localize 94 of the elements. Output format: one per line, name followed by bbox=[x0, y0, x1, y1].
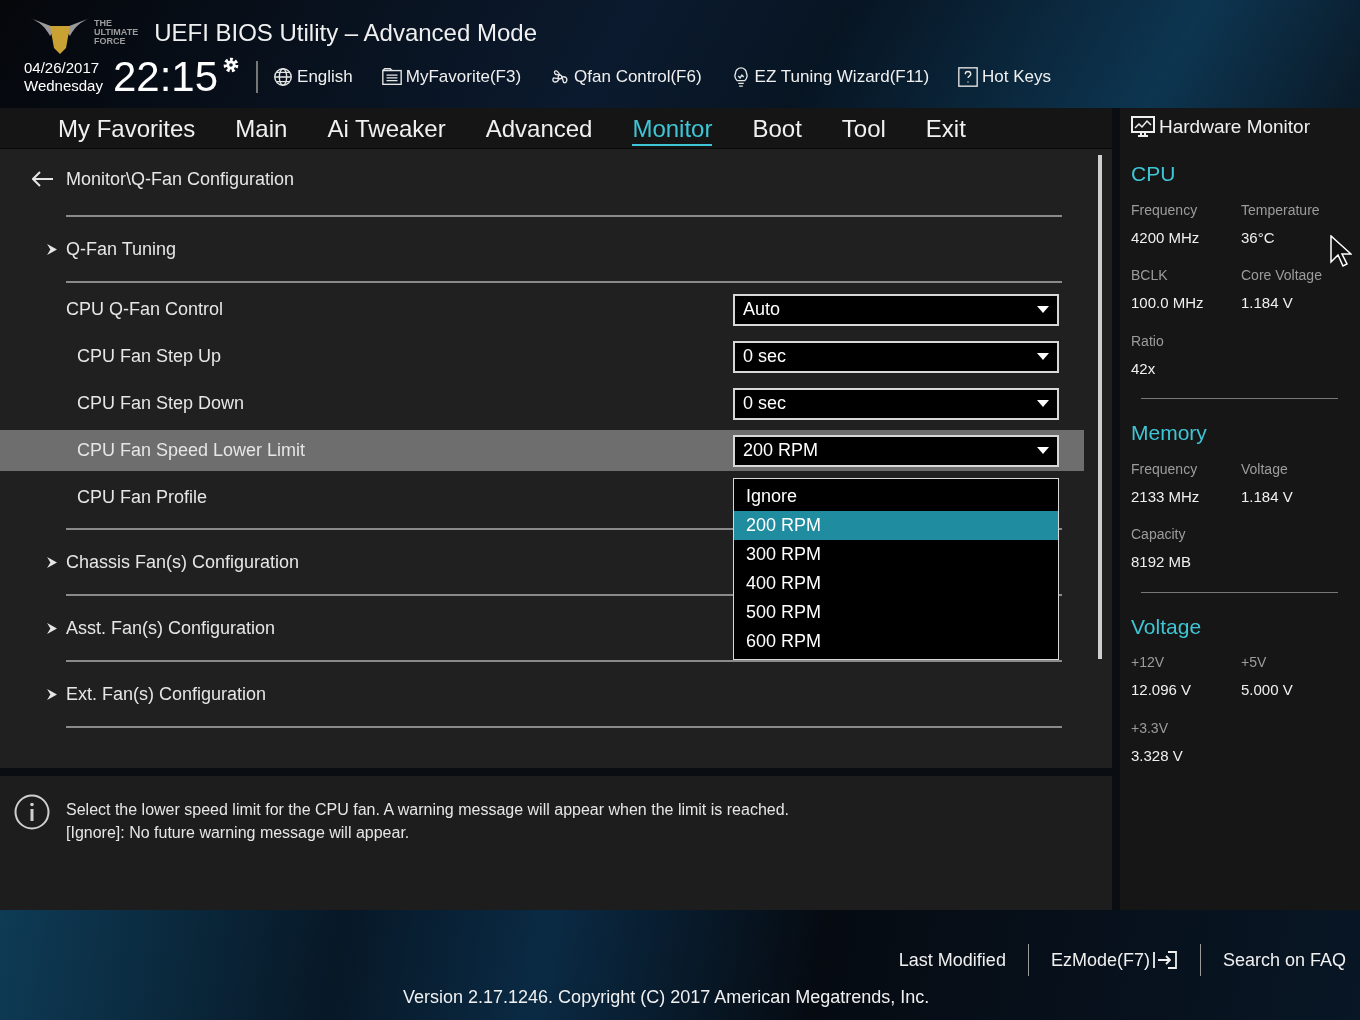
metric-value: 42x bbox=[1131, 358, 1157, 379]
tab[interactable]: Boot bbox=[752, 110, 802, 146]
setting-label: CPU Fan Step Up bbox=[76, 345, 222, 368]
metric-value: 36°C bbox=[1241, 227, 1276, 248]
caret-icon bbox=[1037, 447, 1049, 454]
metric-label: +12V bbox=[1131, 653, 1166, 672]
submenu-item[interactable]: Q-Fan Tuning bbox=[46, 235, 177, 263]
chevron-icon bbox=[46, 243, 57, 255]
tab[interactable]: Monitor bbox=[632, 110, 713, 146]
scrollbar[interactable] bbox=[1098, 155, 1102, 659]
metric-value: 4200 MHz bbox=[1131, 227, 1201, 248]
setting-label: CPU Q-Fan Control bbox=[65, 298, 224, 321]
submenu-item[interactable]: Asst. Fan(s) Configuration bbox=[46, 614, 276, 642]
globe-icon bbox=[272, 66, 295, 88]
help-text: [Ignore]: No future warning message will appear. bbox=[66, 823, 411, 843]
metric-label: Temperature bbox=[1241, 200, 1321, 220]
caret-icon bbox=[1037, 306, 1049, 313]
day-text: Wednesday bbox=[24, 77, 103, 95]
metric-value: 1.184 V bbox=[1241, 486, 1294, 507]
tab[interactable]: Exit bbox=[925, 110, 966, 146]
metric-label: Ratio bbox=[1131, 331, 1165, 351]
dropdown-option[interactable]: 200 RPM bbox=[734, 511, 1058, 540]
setting-label: CPU Fan Speed Lower Limit bbox=[76, 439, 306, 462]
tab[interactable]: Advanced bbox=[485, 110, 593, 146]
setting-row[interactable]: CPU Fan Profile bbox=[0, 477, 700, 518]
toolbar-button[interactable]: EZ Tuning Wizard(F11) bbox=[729, 64, 930, 90]
tab[interactable]: Main bbox=[235, 110, 288, 146]
logo-text: FORCE bbox=[94, 36, 127, 46]
toolbar-button[interactable]: MyFavorite(F3) bbox=[380, 64, 522, 90]
toolbar-button[interactable]: Qfan Control(F6) bbox=[549, 64, 702, 90]
selected-row[interactable]: CPU Fan Speed Lower Limit 200 RPM bbox=[0, 430, 1084, 471]
setting-label: CPU Fan Profile bbox=[76, 486, 208, 509]
clock-time: 22:15 bbox=[112, 56, 219, 98]
window-title: UEFI BIOS Utility – Advanced Mode bbox=[154, 18, 537, 48]
dropdown[interactable]: 0 sec bbox=[733, 387, 1059, 420]
list-icon bbox=[380, 66, 403, 88]
metric-value: 2133 MHz bbox=[1131, 486, 1201, 507]
logo-text: ULTIMATE bbox=[94, 27, 139, 37]
chevron-icon bbox=[46, 622, 57, 634]
metric-value: 100.0 MHz bbox=[1131, 293, 1205, 313]
metric-value: 5.000 V bbox=[1241, 680, 1294, 700]
tab[interactable]: My Favorites bbox=[58, 110, 196, 146]
dropdown[interactable]: Auto bbox=[733, 293, 1059, 326]
logo-text: THE bbox=[94, 18, 113, 28]
section-title: Memory bbox=[1131, 420, 1208, 446]
setting-row[interactable]: CPU Fan Step Up 0 sec bbox=[0, 336, 1084, 377]
help-icon bbox=[957, 66, 980, 88]
tab[interactable]: Ai Tweaker bbox=[327, 110, 446, 146]
metric-value: 3.328 V bbox=[1131, 745, 1184, 766]
setting-row[interactable]: CPU Q-Fan Control Auto bbox=[0, 289, 1084, 330]
metric-label: Voltage bbox=[1241, 459, 1289, 479]
help-text: Select the lower speed limit for the CPU fan. A warning message will appear when the limit is reached. bbox=[66, 800, 790, 820]
section-title: CPU bbox=[1131, 161, 1177, 187]
dropdown-option[interactable]: 600 RPM bbox=[734, 627, 1058, 656]
metric-label: +5V bbox=[1241, 653, 1268, 672]
chevron-icon bbox=[46, 688, 57, 700]
dropdown[interactable]: 200 RPM bbox=[733, 434, 1059, 467]
dropdown-option[interactable]: 500 RPM bbox=[734, 598, 1058, 627]
toolbar-button[interactable]: Hot Keys bbox=[957, 64, 1052, 90]
mouse-cursor-icon bbox=[1330, 235, 1352, 269]
back-arrow-icon[interactable] bbox=[32, 171, 54, 187]
monitor-icon bbox=[1131, 116, 1155, 138]
submenu-item[interactable]: Ext. Fan(s) Configuration bbox=[46, 680, 267, 708]
metric-label: Frequency bbox=[1131, 459, 1199, 479]
metric-value: 8192 MB bbox=[1131, 552, 1193, 572]
metric-label: Frequency bbox=[1131, 200, 1199, 220]
dropdown-option[interactable]: Ignore bbox=[734, 482, 1058, 511]
submenu-item[interactable]: Chassis Fan(s) Configuration bbox=[46, 548, 300, 576]
info-icon bbox=[14, 794, 50, 830]
panel-title: Hardware Monitor bbox=[1159, 114, 1310, 139]
metric-label: +3.3V bbox=[1131, 718, 1169, 738]
dropdown-option[interactable]: 400 RPM bbox=[734, 569, 1058, 598]
metric-label: Capacity bbox=[1131, 525, 1187, 544]
footer-button[interactable]: EzMode(F7) bbox=[1050, 946, 1178, 974]
metric-label: BCLK bbox=[1131, 266, 1169, 285]
setting-label: CPU Fan Step Down bbox=[76, 392, 245, 415]
version-text: Version 2.17.1246. Copyright (C) 2017 American Megatrends, Inc. bbox=[403, 986, 930, 1009]
chevron-icon bbox=[46, 556, 57, 568]
tab[interactable]: Tool bbox=[841, 110, 886, 146]
dropdown-option[interactable]: 300 RPM bbox=[734, 540, 1058, 569]
metric-label: Core Voltage bbox=[1241, 266, 1323, 285]
dropdown[interactable]: 0 sec bbox=[733, 340, 1059, 373]
caret-icon bbox=[1037, 353, 1049, 360]
footer-button[interactable]: Search on FAQ bbox=[1222, 946, 1346, 974]
setting-row[interactable]: CPU Fan Step Down 0 sec bbox=[0, 383, 1084, 424]
exit-icon bbox=[1151, 950, 1178, 970]
section-title: Voltage bbox=[1131, 613, 1203, 640]
date-text: 04/26/2017 bbox=[24, 59, 101, 77]
footer-button[interactable]: Last Modified bbox=[898, 946, 1006, 974]
metric-value: 12.096 V bbox=[1131, 680, 1193, 700]
caret-icon bbox=[1037, 400, 1049, 407]
breadcrumb: Monitor\Q-Fan Configuration bbox=[66, 167, 295, 191]
toolbar-button[interactable]: English bbox=[272, 64, 353, 90]
metric-value: 1.184 V bbox=[1241, 293, 1294, 313]
